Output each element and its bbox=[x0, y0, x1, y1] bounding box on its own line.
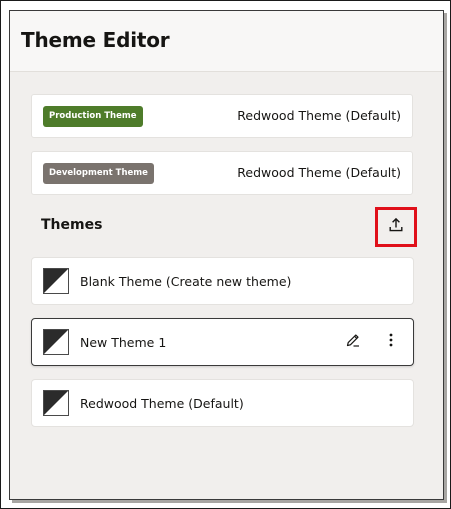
theme-item-new-theme-1[interactable]: New Theme 1 bbox=[31, 318, 414, 366]
edit-theme-button[interactable] bbox=[341, 330, 365, 354]
theme-swatch-icon bbox=[43, 268, 69, 294]
development-theme-badge: Development Theme bbox=[43, 163, 154, 184]
development-theme-card[interactable]: Development Theme Redwood Theme (Default… bbox=[31, 151, 413, 195]
panel-title: Theme Editor bbox=[21, 28, 170, 52]
pencil-icon bbox=[345, 332, 361, 352]
panel-header: Theme Editor bbox=[10, 11, 443, 72]
theme-item-blank[interactable]: Blank Theme (Create new theme) bbox=[31, 257, 414, 305]
more-actions-button[interactable] bbox=[379, 330, 403, 354]
production-theme-badge: Production Theme bbox=[43, 106, 143, 127]
theme-editor-panel: Theme Editor Production Theme Redwood Th… bbox=[9, 10, 444, 500]
more-vertical-icon bbox=[383, 332, 399, 352]
production-theme-card[interactable]: Production Theme Redwood Theme (Default) bbox=[31, 94, 413, 138]
theme-swatch-icon bbox=[43, 329, 69, 355]
upload-icon bbox=[388, 217, 404, 237]
theme-item-label: Blank Theme (Create new theme) bbox=[80, 274, 292, 289]
theme-swatch-icon bbox=[43, 390, 69, 416]
theme-item-label: Redwood Theme (Default) bbox=[80, 396, 244, 411]
window-frame: Theme Editor Production Theme Redwood Th… bbox=[0, 0, 451, 509]
theme-item-redwood[interactable]: Redwood Theme (Default) bbox=[31, 379, 414, 427]
development-theme-value: Redwood Theme (Default) bbox=[237, 165, 401, 180]
themes-section-label: Themes bbox=[41, 217, 103, 233]
theme-item-label: New Theme 1 bbox=[80, 335, 167, 350]
upload-theme-button[interactable] bbox=[375, 207, 417, 247]
production-theme-value: Redwood Theme (Default) bbox=[237, 108, 401, 123]
